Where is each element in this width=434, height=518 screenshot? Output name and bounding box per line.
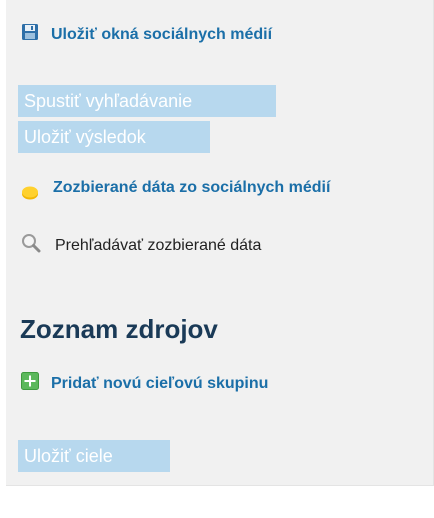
save-windows-row[interactable]: Uložiť okná sociálnych médií <box>21 23 272 46</box>
database-icon <box>21 186 39 205</box>
plus-icon <box>21 372 39 395</box>
sources-heading: Zoznam zdrojov <box>20 314 218 344</box>
browse-collected-link[interactable]: Prehľadávať zozbierané dáta <box>55 237 261 255</box>
magnifier-icon <box>21 233 41 258</box>
start-search-button[interactable]: Spustiť vyhľadávanie <box>18 85 276 117</box>
browse-collected-row[interactable]: Prehľadávať zozbierané dáta <box>21 233 261 258</box>
add-target-group-link[interactable]: Pridať novú cieľovú skupinu <box>51 375 268 393</box>
collected-data-link[interactable]: Zozbierané dáta zo sociálnych médií <box>53 178 373 198</box>
save-targets-button[interactable]: Uložiť ciele <box>18 440 170 472</box>
floppy-disk-icon <box>21 23 39 46</box>
collected-data-row[interactable]: Zozbierané dáta zo sociálnych médií <box>21 178 373 205</box>
save-windows-link[interactable]: Uložiť okná sociálnych médií <box>51 26 272 44</box>
add-target-group-row[interactable]: Pridať novú cieľovú skupinu <box>21 372 268 395</box>
sidebar-panel: Uložiť okná sociálnych médií Spustiť vyh… <box>6 0 434 486</box>
save-result-button[interactable]: Uložiť výsledok <box>18 121 210 153</box>
